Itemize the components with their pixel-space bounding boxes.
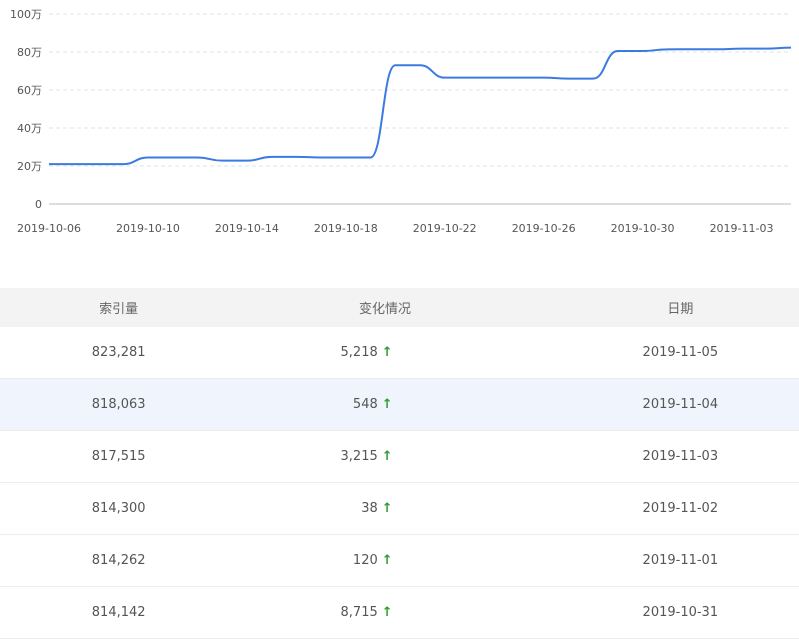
cell-date: 2019-11-04 — [532, 378, 799, 431]
table-row: 814,262 120 ↑ 2019-11-01 — [0, 534, 799, 587]
header-date: 日期 — [532, 288, 799, 327]
table-row: 823,281 5,218 ↑ 2019-11-05 — [0, 327, 799, 379]
arrow-up-icon: ↑ — [381, 397, 393, 412]
change-value: 548 — [352, 397, 378, 412]
cell-date: 2019-11-02 — [532, 482, 799, 535]
x-tick-label: 2019-10-22 — [413, 222, 477, 235]
y-tick-label: 0 — [35, 198, 42, 211]
change-value: 5,218 — [340, 345, 378, 360]
x-tick-label: 2019-10-14 — [215, 222, 279, 235]
cell-date: 2019-10-31 — [532, 586, 799, 639]
change-value: 3,215 — [340, 449, 378, 464]
cell-change: 3,215 ↑ — [266, 430, 533, 483]
table-row: 814,142 8,715 ↑ 2019-10-31 — [0, 586, 799, 639]
cell-change: 8,715 ↑ — [266, 586, 533, 639]
arrow-up-icon: ↑ — [381, 553, 393, 568]
series-line — [49, 46, 792, 166]
table-row: 814,300 38 ↑ 2019-11-02 — [0, 482, 799, 535]
change-value: 38 — [361, 501, 378, 516]
x-tick-label: 2019-11-03 — [710, 222, 774, 235]
cell-change: 548 ↑ — [266, 378, 533, 431]
y-tick-label: 60万 — [17, 84, 42, 97]
cell-date: 2019-11-05 — [532, 327, 799, 379]
y-tick-label: 20万 — [17, 160, 42, 173]
index-volume-table: 索引量 变化情况 日期 823,281 5,218 ↑ 2019-11-05 81… — [0, 288, 799, 639]
arrow-up-icon: ↑ — [381, 501, 393, 516]
x-tick-label: 2019-10-06 — [17, 222, 81, 235]
cell-change: 120 ↑ — [266, 534, 533, 587]
cell-change: 38 ↑ — [266, 482, 533, 535]
cell-count: 814,262 — [0, 534, 267, 587]
table-row: 818,063 548 ↑ 2019-11-04 — [0, 378, 799, 431]
x-tick-label: 2019-10-18 — [314, 222, 378, 235]
cell-count: 814,142 — [0, 586, 267, 639]
x-tick-label: 2019-10-30 — [611, 222, 675, 235]
y-tick-label: 100万 — [10, 8, 42, 21]
table-row: 817,515 3,215 ↑ 2019-11-03 — [0, 430, 799, 483]
index-volume-chart: 0 20万 40万 60万 80万 100万 2019-10-06 2019-10-10 201… — [10, 8, 792, 235]
header-index-count: 索引量 — [0, 288, 267, 327]
table-header-row: 索引量 变化情况 日期 — [0, 288, 799, 327]
change-value: 120 — [352, 553, 378, 568]
cell-count: 823,281 — [0, 327, 267, 379]
cell-date: 2019-11-01 — [532, 534, 799, 587]
header-change: 变化情况 — [266, 288, 533, 327]
y-tick-label: 80万 — [17, 46, 42, 59]
cell-count: 817,515 — [0, 430, 267, 483]
arrow-up-icon: ↑ — [381, 605, 393, 620]
arrow-up-icon: ↑ — [381, 449, 393, 464]
arrow-up-icon: ↑ — [381, 345, 393, 360]
cell-count: 818,063 — [0, 378, 267, 431]
cell-change: 5,218 ↑ — [266, 327, 533, 379]
cell-count: 814,300 — [0, 482, 267, 535]
x-tick-label: 2019-10-26 — [512, 222, 576, 235]
cell-date: 2019-11-03 — [532, 430, 799, 483]
y-tick-label: 40万 — [17, 122, 42, 135]
change-value: 8,715 — [340, 605, 378, 620]
x-tick-label: 2019-10-10 — [116, 222, 180, 235]
